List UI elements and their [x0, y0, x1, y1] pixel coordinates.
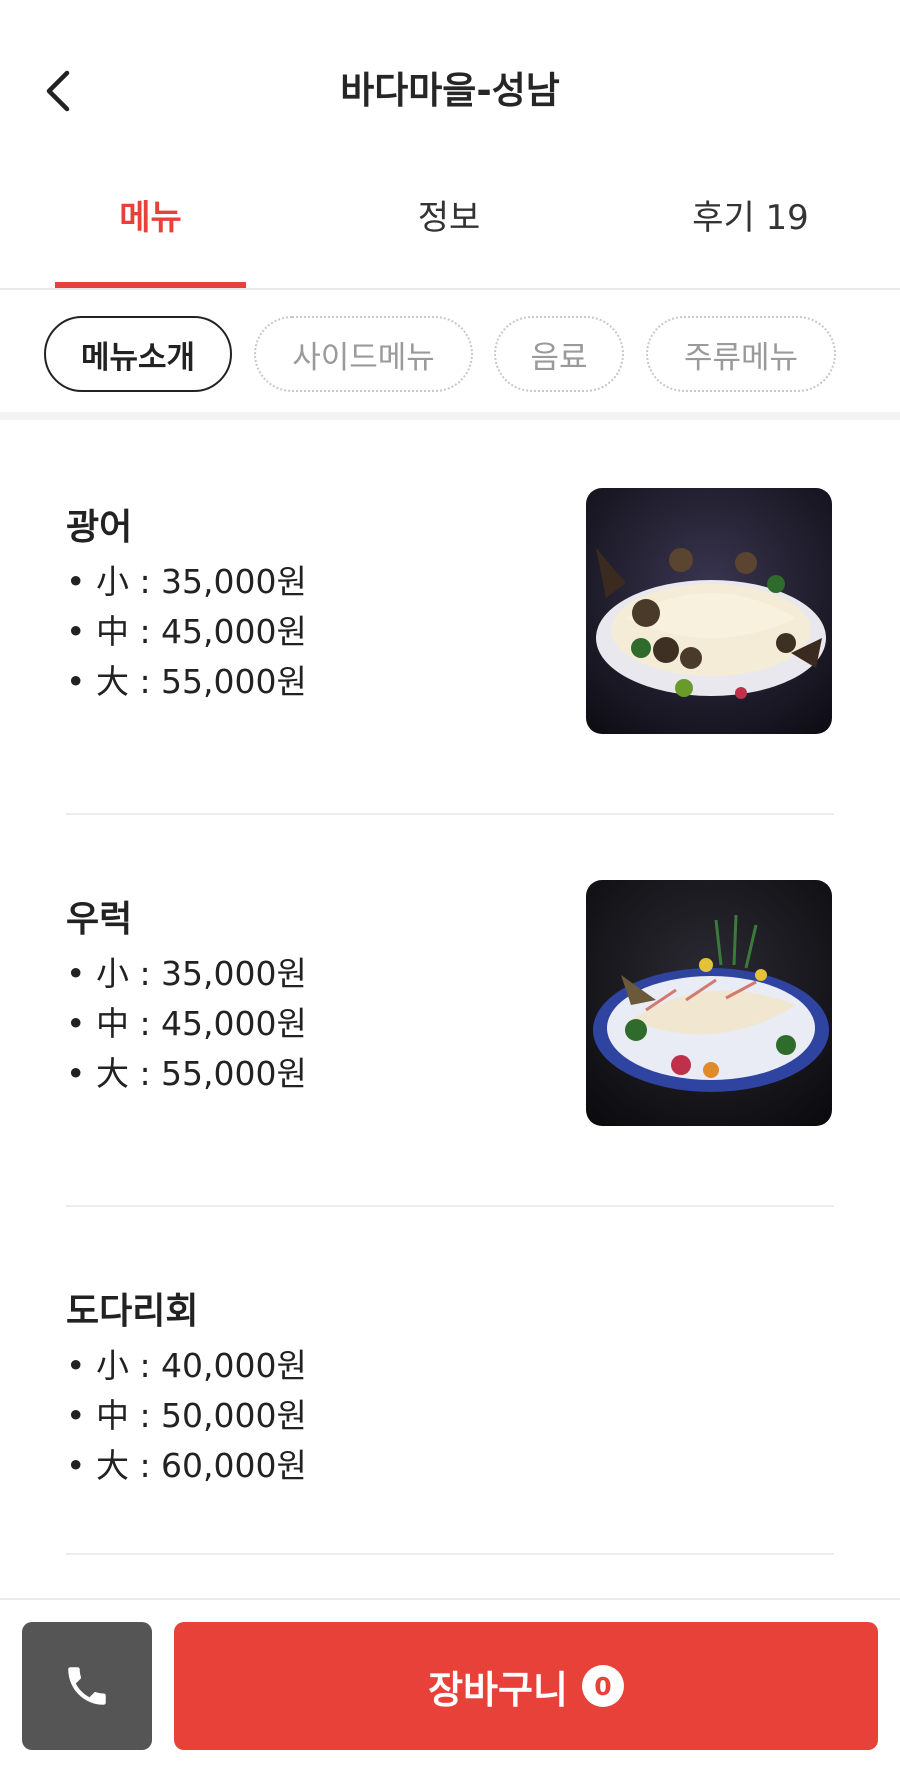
chip-menu-intro[interactable]: 메뉴소개: [44, 316, 232, 392]
phone-icon: [68, 1667, 106, 1705]
price-small: • 小 : 35,000원: [66, 562, 307, 601]
price-large: • 大 : 55,000원: [66, 1054, 307, 1093]
menu-item-flounder-sashimi[interactable]: 도다리회 • 小 : 40,000원 • 中 : 50,000원 • 大 : 6…: [66, 1284, 834, 1485]
menu-item-flatfish[interactable]: 광어 • 小 : 35,000원 • 中 : 45,000원 • 大 : 55,…: [66, 488, 834, 750]
category-chips: 메뉴소개 사이드메뉴 음료 주류메뉴: [0, 290, 900, 420]
menu-item-name: 도다리회: [66, 1291, 199, 1332]
price-large: • 大 : 60,000원: [66, 1446, 307, 1485]
menu-item-name: 광어: [66, 507, 133, 548]
menu-item-name: 우럭: [66, 899, 133, 940]
cart-button[interactable]: 장바구니 0: [174, 1622, 878, 1750]
cart-label: 장바구니: [428, 1667, 568, 1712]
tab-menu[interactable]: 메뉴: [55, 176, 246, 290]
menu-item-photo: [586, 488, 832, 734]
price-small: • 小 : 35,000원: [66, 954, 307, 993]
cart-count-badge: 0: [581, 1665, 624, 1707]
item-divider: [66, 1553, 834, 1555]
app-header: 바다마을-성남: [0, 0, 900, 180]
price-medium: • 中 : 50,000원: [66, 1396, 307, 1435]
item-divider: [66, 1205, 834, 1207]
menu-item-photo: [586, 880, 832, 1126]
tab-info[interactable]: 정보: [349, 176, 549, 290]
price-medium: • 中 : 45,000원: [66, 1004, 307, 1043]
chip-drinks[interactable]: 음료: [494, 316, 624, 392]
menu-item-rockfish[interactable]: 우럭 • 小 : 35,000원 • 中 : 45,000원 • 大 : 55,…: [66, 880, 834, 1142]
call-button[interactable]: [22, 1622, 152, 1750]
page-title: 바다마을-성남: [340, 69, 560, 112]
bottom-action-bar: 장바구니 0: [0, 1598, 900, 1775]
tab-bar: 메뉴 정보 후기 19: [0, 176, 900, 290]
price-medium: • 中 : 45,000원: [66, 612, 307, 651]
price-small: • 小 : 40,000원: [66, 1346, 307, 1385]
chip-liquor-menu[interactable]: 주류메뉴: [646, 316, 836, 392]
item-divider: [66, 813, 834, 815]
price-large: • 大 : 55,000원: [66, 662, 307, 701]
chip-side-menu[interactable]: 사이드메뉴: [254, 316, 473, 392]
tab-reviews[interactable]: 후기 19: [648, 176, 853, 290]
active-tab-indicator: [55, 282, 246, 288]
